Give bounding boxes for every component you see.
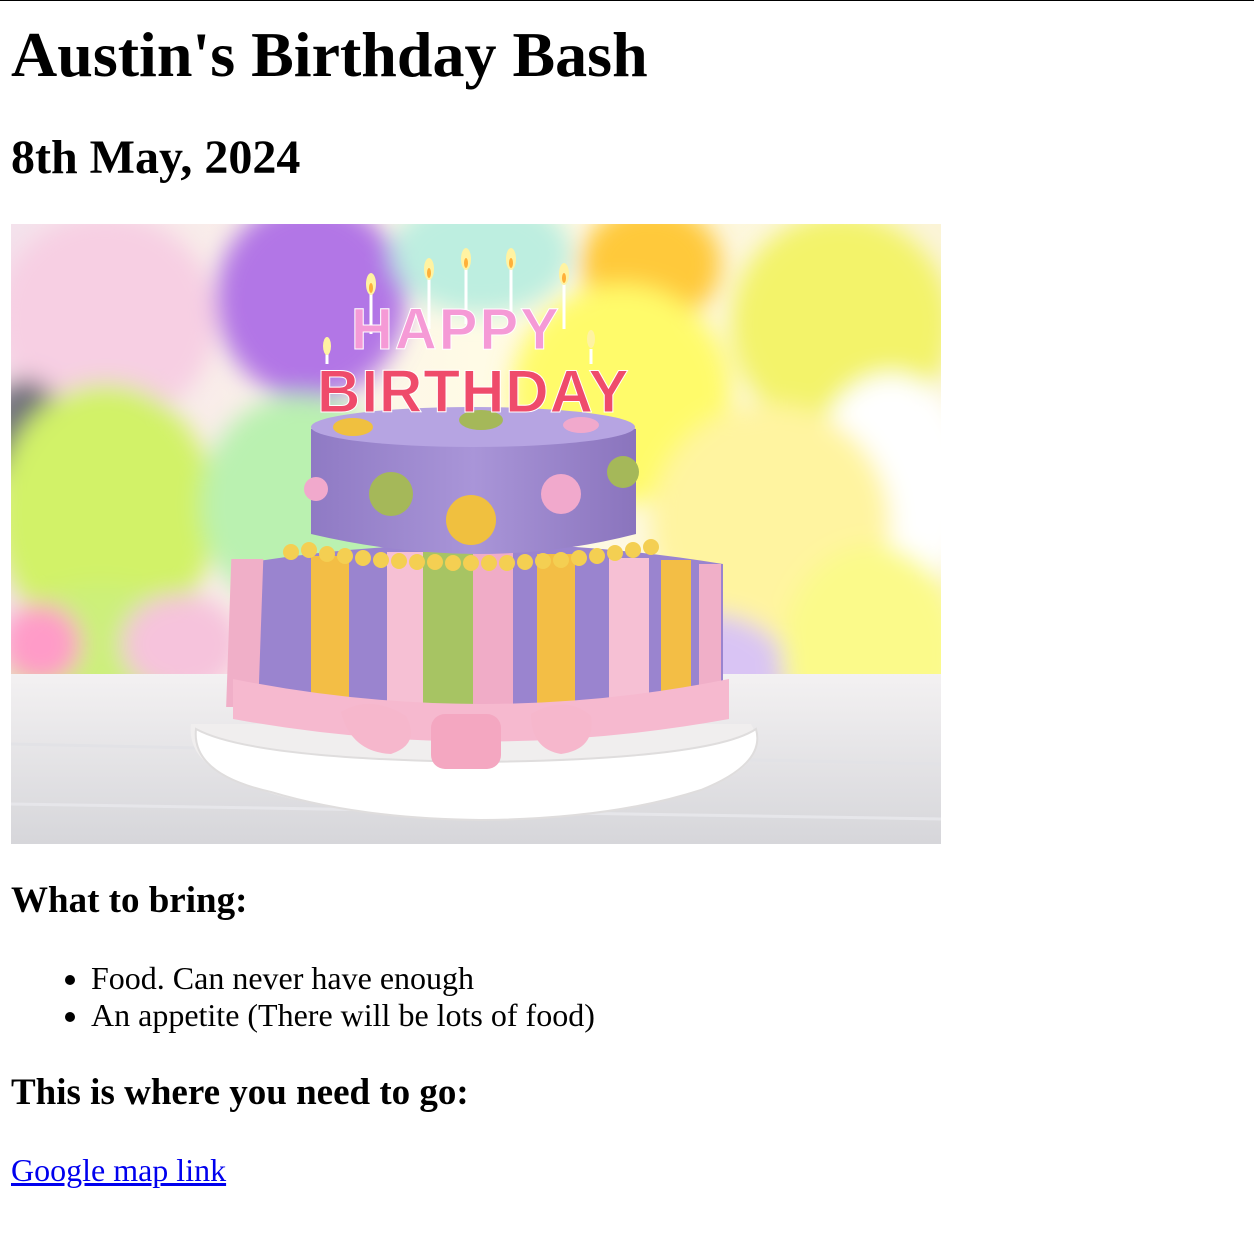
list-item: An appetite (There will be lots of food) <box>91 997 1243 1034</box>
page-title: Austin's Birthday Bash <box>11 19 648 90</box>
event-date: 8th May, 2024 <box>11 131 301 184</box>
birthday-cake-image: HAPPY BIRTHDAY <box>11 224 941 844</box>
bring-list: Food. Can never have enough An appetite … <box>11 960 1243 1034</box>
directions-heading: This is where you need to go: <box>11 1072 469 1113</box>
google-map-link[interactable]: Google map link <box>11 1152 226 1188</box>
map-link-paragraph: Google map link <box>11 1152 1243 1189</box>
what-to-bring-heading: What to bring: <box>11 880 248 921</box>
cake-letters-birthday: BIRTHDAY <box>317 358 629 425</box>
cake-letters-happy: HAPPY <box>351 297 561 362</box>
list-item: Food. Can never have enough <box>91 960 1243 997</box>
